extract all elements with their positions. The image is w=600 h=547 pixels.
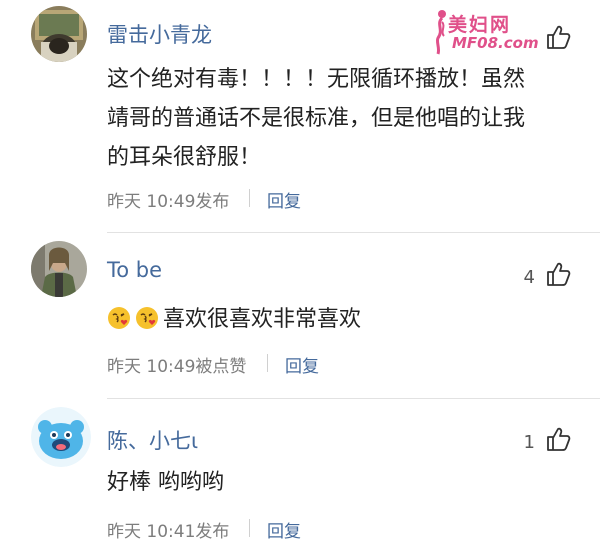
meta-separator xyxy=(249,189,250,207)
thumbs-up-icon[interactable] xyxy=(545,24,571,50)
comment-text: 好棒 哟哟哟 xyxy=(107,463,224,502)
like-count: 4 xyxy=(523,267,535,288)
comment-item: 陈、小七ι 1 好棒 哟哟哟 昨天 10:41发布 回复 xyxy=(0,399,600,547)
comment-text-line: 这个绝对有毒！！！！无限循环播放！虽然 xyxy=(107,67,526,92)
like-count: 1 xyxy=(523,432,535,453)
kiss-emoji-icon xyxy=(136,307,158,329)
comment-text: 喜欢很喜欢非常喜欢 xyxy=(107,300,361,339)
avatar[interactable] xyxy=(31,241,87,297)
comment-username[interactable]: 雷击小青龙 xyxy=(107,19,212,49)
avatar[interactable] xyxy=(31,407,91,467)
comment-username[interactable]: 陈、小七ι xyxy=(107,425,198,455)
comment-text: 这个绝对有毒！！！！无限循环播放！虽然 靖哥的普通话不是很标准，但是他唱的让我 … xyxy=(107,60,525,177)
comment-username[interactable]: To be xyxy=(107,258,162,282)
meta-separator xyxy=(267,354,268,372)
thumbs-up-icon[interactable] xyxy=(545,426,571,452)
comment-text-line: 的耳朵很舒服！ xyxy=(107,145,262,170)
comment-item: To be 4 喜欢很喜欢非常喜欢 昨天 10:49被点赞 回复 xyxy=(0,233,600,398)
reply-button[interactable]: 回复 xyxy=(267,187,301,212)
comment-item: 雷击小青龙 这个绝对有毒！！！！无限循环播放！虽然 靖哥的普通话不是很标准，但是… xyxy=(0,0,600,232)
comment-text-line: 好棒 哟哟哟 xyxy=(107,470,224,495)
kiss-emoji-icon xyxy=(108,307,130,329)
comment-list: 美妇网 MF08.com 雷击小青龙 这个绝对有毒！！！！无限循环播放！虽然 靖… xyxy=(0,0,600,547)
comment-timestamp: 昨天 10:49发布 xyxy=(107,192,230,212)
avatar[interactable] xyxy=(31,6,87,62)
comment-text-line: 靖哥的普通话不是很标准，但是他唱的让我 xyxy=(107,106,526,131)
thumbs-up-icon[interactable] xyxy=(545,261,571,287)
meta-separator xyxy=(249,519,250,537)
comment-text-line: 喜欢很喜欢非常喜欢 xyxy=(163,307,362,332)
reply-button[interactable]: 回复 xyxy=(267,517,301,542)
comment-timestamp: 昨天 10:49被点赞 xyxy=(107,357,247,377)
comment-timestamp: 昨天 10:41发布 xyxy=(107,522,230,542)
reply-button[interactable]: 回复 xyxy=(285,352,319,377)
